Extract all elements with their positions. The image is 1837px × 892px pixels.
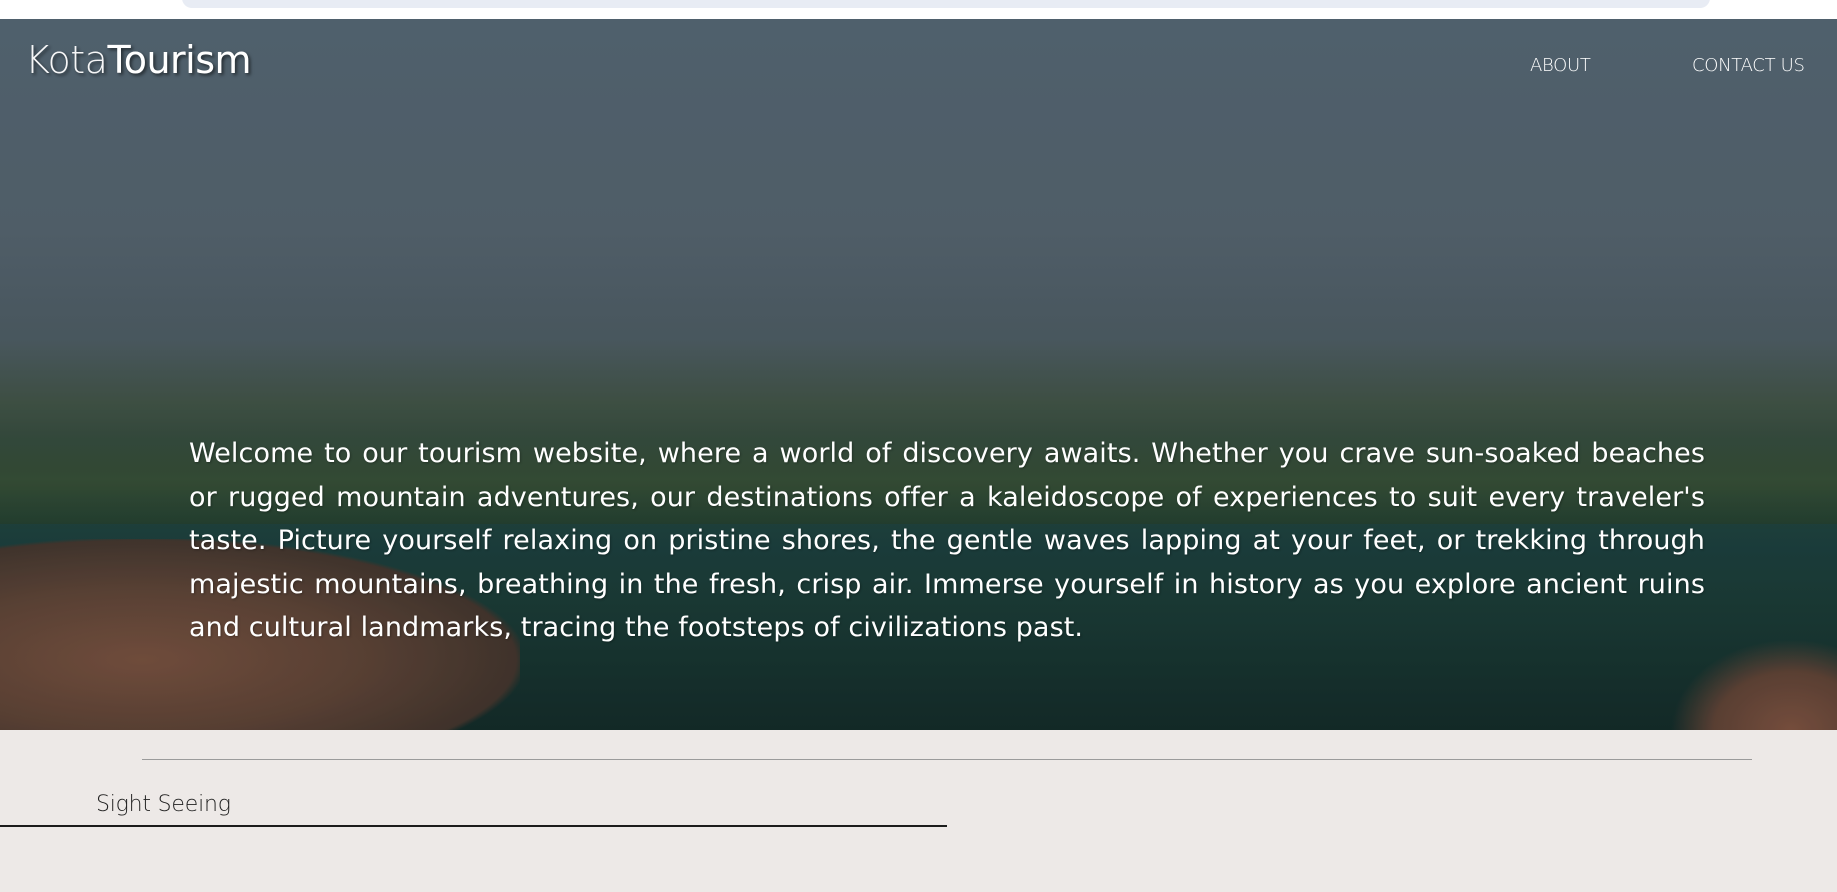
nav-contact-link[interactable]: CONTACT US xyxy=(1692,55,1805,76)
hero-banner: KotaTourism ABOUT CONTACT US Welcome to … xyxy=(0,19,1837,730)
logo-part-tourism: Tourism xyxy=(107,38,252,82)
section-title-underline xyxy=(0,825,947,827)
section-divider xyxy=(142,759,1752,760)
nav-about-link[interactable]: ABOUT xyxy=(1530,55,1591,76)
section-title-sight-seeing: Sight Seeing xyxy=(96,792,231,817)
browser-top-strip xyxy=(0,0,1837,19)
top-bar-pill xyxy=(182,0,1710,8)
hero-description: Welcome to our tourism website, where a … xyxy=(189,438,1705,643)
logo-part-kota: Kota xyxy=(25,38,108,82)
site-logo[interactable]: KotaTourism xyxy=(25,37,252,83)
